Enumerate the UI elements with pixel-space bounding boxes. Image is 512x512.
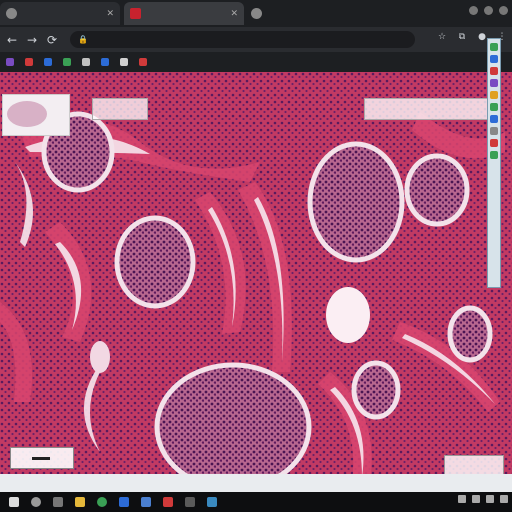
histology-image [0, 72, 512, 492]
bookmark-icon [120, 58, 128, 66]
viewer-info-box [92, 98, 148, 120]
viewer-status-bar [0, 474, 512, 492]
bookmark-item[interactable] [63, 58, 74, 66]
extensions-icon[interactable]: ⧉ [456, 30, 468, 44]
maximize-icon[interactable] [484, 6, 493, 15]
mail-icon[interactable] [116, 494, 132, 510]
forward-button[interactable]: → [24, 32, 40, 48]
scale-bar [10, 447, 74, 469]
search-icon[interactable] [28, 494, 44, 510]
bookmark-item[interactable] [82, 58, 93, 66]
app-icon[interactable] [204, 494, 220, 510]
close-tab-icon[interactable]: ✕ [106, 9, 114, 19]
reload-button[interactable]: ⟳ [44, 32, 60, 48]
browser-icon[interactable] [94, 494, 110, 510]
viewer-logo [444, 455, 504, 475]
star-icon[interactable]: ☆ [436, 30, 448, 44]
network-icon[interactable] [458, 495, 466, 503]
lock-icon: 🔒 [78, 35, 88, 44]
bookmark-icon [6, 58, 14, 66]
notification-icon[interactable] [500, 495, 508, 503]
bookmark-item[interactable] [120, 58, 131, 66]
bookmark-item[interactable] [25, 58, 36, 66]
tool-icon[interactable] [490, 67, 498, 75]
bookmark-icon [25, 58, 33, 66]
bookmark-item[interactable] [6, 58, 17, 66]
tool-icon[interactable] [490, 103, 498, 111]
bookmark-item[interactable] [101, 58, 112, 66]
store-icon[interactable] [138, 494, 154, 510]
back-button[interactable]: ← [4, 32, 20, 48]
tab-strip: ✕ ✕ [0, 0, 512, 27]
tool-icon[interactable] [490, 151, 498, 159]
overview-thumbnail[interactable] [2, 94, 70, 136]
annotation-toolbar [487, 38, 501, 288]
viewer-controls-box[interactable] [364, 98, 490, 120]
browser-tab[interactable]: ✕ [0, 2, 120, 25]
slide-thumbnail-tissue [7, 101, 47, 127]
bookmark-icon [63, 58, 71, 66]
tool-icon[interactable] [490, 43, 498, 51]
bookmark-icon [101, 58, 109, 66]
tool-icon[interactable] [490, 139, 498, 147]
bookmark-icon [82, 58, 90, 66]
app-icon[interactable] [160, 494, 176, 510]
volume-icon[interactable] [472, 495, 480, 503]
minimize-icon[interactable] [469, 6, 478, 15]
address-bar[interactable]: 🔒 [70, 31, 415, 48]
scale-bar-line [31, 456, 50, 460]
taskbar [0, 492, 512, 512]
task-view-icon[interactable] [50, 494, 66, 510]
slide-viewer-canvas[interactable] [0, 72, 512, 492]
youtube-icon [130, 8, 141, 19]
app-icon[interactable] [182, 494, 198, 510]
tool-icon[interactable] [490, 115, 498, 123]
globe-icon [251, 8, 262, 19]
bookmarks-bar [0, 52, 512, 72]
window-controls [469, 6, 508, 15]
start-icon[interactable] [6, 494, 22, 510]
browser-tab[interactable] [248, 2, 268, 25]
bookmark-icon [139, 58, 147, 66]
file-explorer-icon[interactable] [72, 494, 88, 510]
tool-icon[interactable] [490, 127, 498, 135]
tool-icon[interactable] [490, 91, 498, 99]
close-window-icon[interactable] [499, 6, 508, 15]
tool-icon[interactable] [490, 79, 498, 87]
tool-icon[interactable] [490, 55, 498, 63]
close-tab-icon[interactable]: ✕ [230, 9, 238, 19]
bookmark-item[interactable] [139, 58, 150, 66]
system-tray [458, 495, 508, 503]
battery-icon[interactable] [486, 495, 494, 503]
browser-tab-active[interactable]: ✕ [124, 2, 244, 25]
bookmark-item[interactable] [44, 58, 55, 66]
bookmark-icon [44, 58, 52, 66]
page-icon [6, 8, 17, 19]
